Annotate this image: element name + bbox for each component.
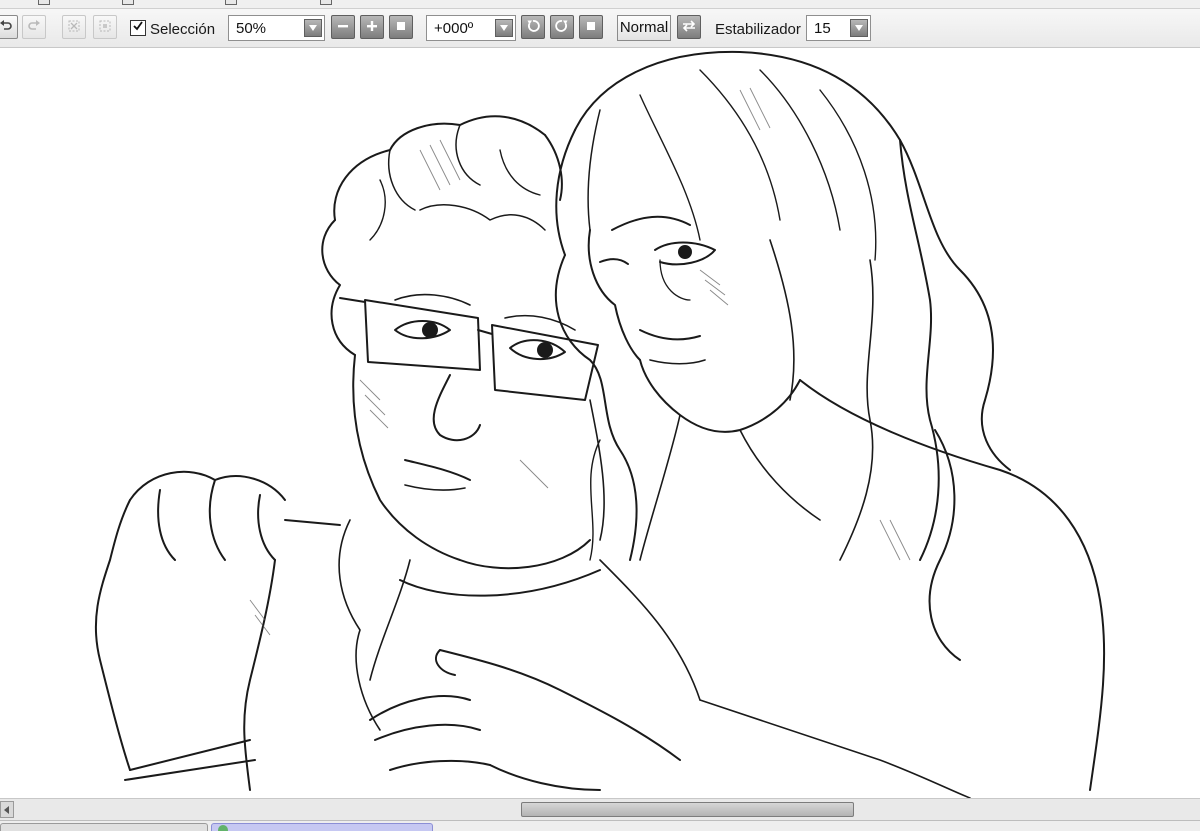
chevron-down-icon[interactable]	[304, 19, 322, 37]
line-art-drawing	[94, 50, 1106, 798]
document-tab-bar	[0, 820, 1200, 831]
top-strip-control[interactable]	[38, 0, 50, 5]
document-tab-active[interactable]	[211, 823, 433, 831]
invert-selection-button[interactable]	[93, 15, 117, 39]
stabilizer-value: 15	[814, 20, 831, 37]
zoom-in-button[interactable]	[360, 15, 384, 39]
checkmark-icon	[132, 19, 144, 37]
flip-horizontal-icon	[682, 19, 696, 35]
selection-checkbox-label[interactable]: Selección	[150, 21, 215, 38]
rotate-right-icon	[555, 19, 569, 35]
scroll-left-button[interactable]	[0, 801, 14, 818]
paint-app-window: Selección 50% +000º Normal Estabilizador…	[0, 0, 1200, 831]
flip-horizontal-button[interactable]	[677, 15, 701, 39]
zoom-select[interactable]: 50%	[228, 15, 325, 41]
rotation-value: +000º	[434, 20, 474, 37]
selection-checkbox[interactable]	[130, 20, 146, 36]
deselect-icon	[67, 19, 81, 35]
top-strip-control[interactable]	[225, 0, 237, 5]
chevron-left-icon	[4, 801, 10, 819]
scrollbar-thumb[interactable]	[521, 802, 854, 817]
document-tab[interactable]	[0, 823, 208, 831]
stabilizer-select[interactable]: 15	[806, 15, 871, 41]
horizontal-scrollbar[interactable]	[0, 798, 1200, 820]
plus-icon	[366, 20, 378, 34]
chevron-down-icon[interactable]	[850, 19, 868, 37]
view-toolbar: Selección 50% +000º Normal Estabilizador…	[0, 9, 1200, 48]
deselect-button[interactable]	[62, 15, 86, 39]
chevron-down-icon[interactable]	[495, 19, 513, 37]
minus-icon	[337, 20, 349, 34]
blend-mode-button[interactable]: Normal	[617, 15, 671, 41]
zoom-reset-button[interactable]	[389, 15, 413, 39]
zoom-value: 50%	[236, 20, 267, 37]
top-menu-strip	[0, 0, 1200, 9]
top-strip-control[interactable]	[122, 0, 134, 5]
square-icon	[585, 20, 597, 34]
drawing-canvas[interactable]	[0, 48, 1200, 798]
zoom-out-button[interactable]	[331, 15, 355, 39]
rotate-left-button[interactable]	[521, 15, 545, 39]
rotate-reset-button[interactable]	[579, 15, 603, 39]
invert-selection-icon	[98, 19, 112, 35]
rotate-right-button[interactable]	[550, 15, 574, 39]
rotation-select[interactable]: +000º	[426, 15, 516, 41]
undo-button[interactable]	[0, 15, 18, 39]
undo-icon	[0, 19, 13, 35]
redo-icon	[27, 19, 41, 35]
document-icon	[218, 825, 228, 831]
rotate-left-icon	[526, 19, 540, 35]
stabilizer-label: Estabilizador	[715, 21, 801, 38]
redo-button[interactable]	[22, 15, 46, 39]
top-strip-control[interactable]	[320, 0, 332, 5]
square-icon	[395, 20, 407, 34]
